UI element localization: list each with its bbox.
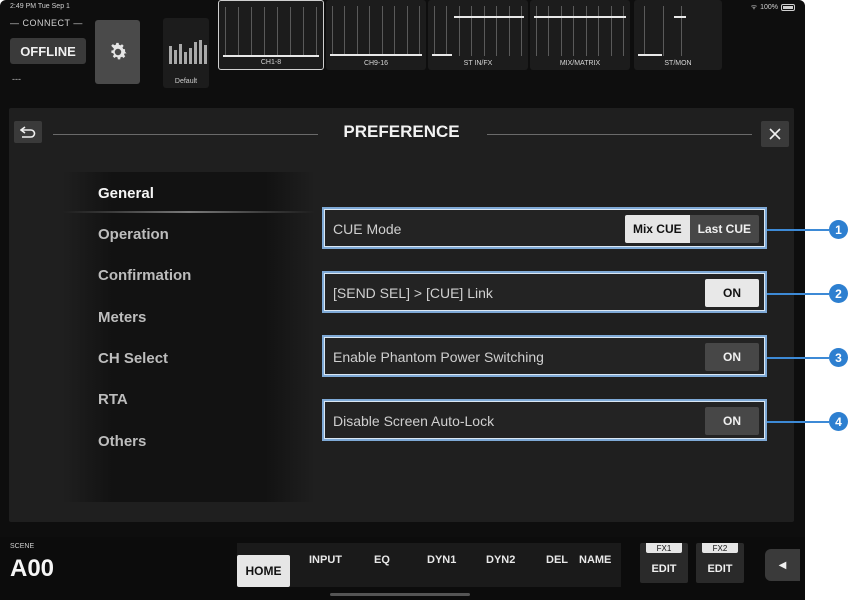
sidebar-item-meters[interactable]: Meters — [98, 309, 146, 326]
option-label: Disable Screen Auto-Lock — [333, 413, 495, 429]
callout-4: 4 — [829, 412, 848, 431]
fader-group-label: CH9-16 — [363, 60, 389, 67]
callout-line-1 — [767, 229, 829, 231]
fader-group-st-in-fx[interactable]: ST IN/FX — [428, 0, 528, 70]
fader-group-label: ST/MON — [664, 60, 692, 67]
sidebar-item-confirmation[interactable]: Confirmation — [98, 267, 191, 284]
option-send-sel-cue-link: [SEND SEL] > [CUE] Link ON — [322, 271, 767, 313]
option-label: [SEND SEL] > [CUE] Link — [333, 285, 493, 301]
wifi-icon: ᯤ — [750, 4, 758, 11]
status-battery: ᯤ 100% — [751, 3, 795, 12]
gear-icon — [110, 42, 127, 60]
preference-panel: PREFERENCE General Operation Confirmatio… — [9, 108, 794, 522]
fader-group-ch9-16[interactable]: CH9-16 — [326, 0, 426, 70]
sidebar-item-ch-select[interactable]: CH Select — [98, 350, 168, 367]
sidebar-item-rta[interactable]: RTA — [98, 391, 128, 408]
device-screen: 2:49 PM Tue Sep 1 ᯤ 100% — CONNECT — OFF… — [0, 0, 805, 600]
expand-tab[interactable]: ◀ — [765, 549, 800, 581]
battery-percent: 100% — [760, 4, 778, 11]
callout-1: 1 — [829, 220, 848, 239]
battery-icon — [781, 4, 795, 11]
fx1-edit-label: EDIT — [651, 563, 677, 575]
cue-mode-selector: Mix CUE Last CUE — [624, 215, 759, 243]
fx2-edit-label: EDIT — [707, 563, 733, 575]
tab-name[interactable]: NAME — [579, 554, 611, 566]
callout-3: 3 — [829, 348, 848, 367]
phantom-power-toggle[interactable]: ON — [705, 343, 759, 371]
connection-detail: --- — [12, 74, 21, 84]
fader-group-mix-matrix[interactable]: MIX/MATRIX — [530, 0, 630, 70]
home-indicator — [330, 593, 470, 596]
fader-group-ch1-8[interactable]: CH1-8 — [218, 0, 324, 70]
fx1-label: FX1 — [646, 543, 682, 553]
fader-group-label: MIX/MATRIX — [559, 60, 601, 67]
option-label: Enable Phantom Power Switching — [333, 349, 544, 365]
fader-group-st-mon[interactable]: ST/MON — [634, 0, 722, 70]
fader-group-label: ST IN/FX — [463, 60, 493, 67]
status-time: 2:49 PM Tue Sep 1 — [10, 3, 70, 10]
left-triangle-icon: ◀ — [778, 559, 787, 571]
tab-eq[interactable]: EQ — [374, 554, 390, 566]
preference-sidebar: General Operation Confirmation Meters CH… — [63, 172, 315, 502]
function-tabs: HOME INPUT EQ DYN1 DYN2 DEL NAME — [237, 543, 621, 587]
sidebar-item-general[interactable]: General — [98, 185, 154, 202]
meter-icon — [169, 40, 207, 64]
title-rule-right — [487, 134, 752, 135]
tab-dyn1[interactable]: DYN1 — [427, 554, 456, 566]
fx1-edit-button[interactable]: FX1 EDIT — [640, 543, 688, 583]
tab-home[interactable]: HOME — [237, 555, 290, 587]
last-cue-button[interactable]: Last CUE — [689, 215, 759, 243]
option-phantom-power: Enable Phantom Power Switching ON — [322, 335, 767, 377]
panel-header: PREFERENCE — [9, 108, 794, 154]
scene-default-label: Default — [174, 78, 198, 85]
option-cue-mode: CUE Mode Mix CUE Last CUE — [322, 207, 767, 249]
option-label: CUE Mode — [333, 221, 402, 237]
screen-auto-lock-toggle[interactable]: ON — [705, 407, 759, 435]
active-underline — [63, 211, 315, 213]
callout-line-2 — [767, 293, 829, 295]
mix-cue-button[interactable]: Mix CUE — [624, 215, 690, 243]
scene-default-tile[interactable]: Default — [163, 18, 209, 88]
fx2-edit-button[interactable]: FX2 EDIT — [696, 543, 744, 583]
send-sel-cue-link-toggle[interactable]: ON — [705, 279, 759, 307]
page-title: PREFERENCE — [343, 122, 460, 141]
scene-label: SCENE — [10, 543, 35, 550]
offline-button[interactable]: OFFLINE — [10, 38, 86, 64]
bottom-bar: SCENE A00 HOME INPUT EQ DYN1 DYN2 DEL NA… — [0, 537, 805, 600]
scene-number[interactable]: A00 — [10, 555, 54, 583]
sidebar-item-operation[interactable]: Operation — [98, 226, 169, 243]
callout-line-4 — [767, 421, 829, 423]
close-button[interactable] — [761, 121, 789, 147]
callout-line-3 — [767, 357, 829, 359]
tab-del[interactable]: DEL — [546, 554, 568, 566]
sidebar-item-others[interactable]: Others — [98, 433, 146, 450]
callout-2: 2 — [829, 284, 848, 303]
connect-label: — CONNECT — — [10, 18, 83, 28]
option-screen-auto-lock: Disable Screen Auto-Lock ON — [322, 399, 767, 441]
tab-input[interactable]: INPUT — [309, 554, 342, 566]
tab-dyn2[interactable]: DYN2 — [486, 554, 515, 566]
fader-group-label: CH1-8 — [260, 59, 282, 66]
fx2-label: FX2 — [702, 543, 738, 553]
close-icon — [769, 128, 781, 140]
settings-button[interactable] — [95, 20, 140, 84]
